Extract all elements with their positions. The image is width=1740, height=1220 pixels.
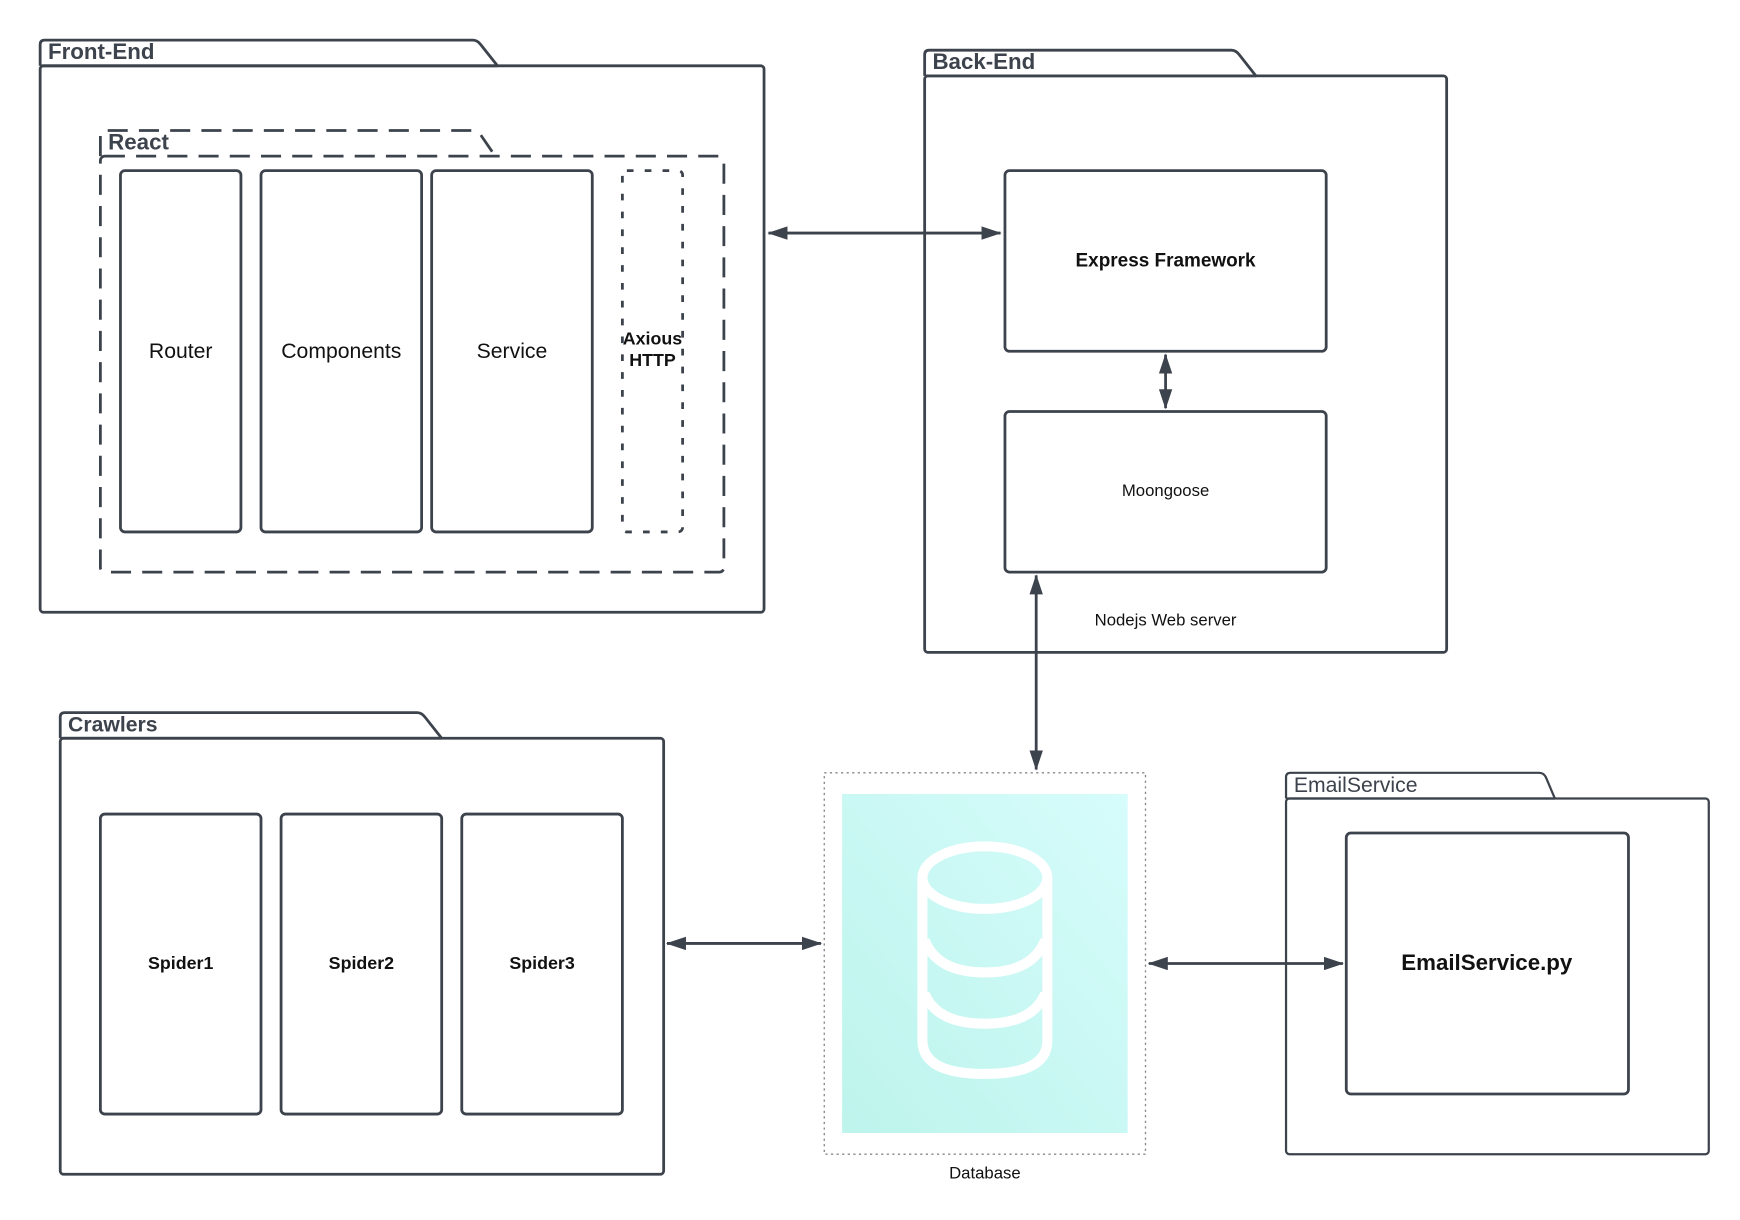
- database-caption: Database: [949, 1164, 1021, 1183]
- email-title: EmailService: [1294, 774, 1418, 797]
- crawlers-title: Crawlers: [68, 714, 158, 737]
- axios-label-line1: Axious: [623, 329, 683, 349]
- service-label: Service: [477, 340, 548, 363]
- frontend-title: Front-End: [48, 39, 155, 64]
- frontend-package: Front-End React Router Components Servic…: [38, 38, 766, 614]
- mongoose-label: Moongoose: [1122, 481, 1209, 500]
- spider3-label: Spider3: [509, 953, 574, 973]
- router-label: Router: [149, 340, 213, 363]
- backend-caption: Nodejs Web server: [1095, 611, 1237, 630]
- backend-package: Back-End Express Framework Moongoose Nod…: [923, 48, 1449, 654]
- express-label: Express Framework: [1076, 251, 1256, 272]
- components-label: Components: [281, 340, 401, 363]
- axios-label-line2: HTTP: [629, 350, 676, 370]
- spider2-label: Spider2: [329, 953, 394, 973]
- spider1-label: Spider1: [148, 953, 213, 973]
- email-package: EmailService EmailService.py: [1284, 771, 1710, 1156]
- architecture-diagram: Front-End React Router Components Servic…: [38, 38, 1710, 1183]
- emailservice-label: EmailService.py: [1401, 950, 1573, 975]
- crawlers-package: Crawlers Spider1 Spider2 Spider3: [58, 711, 666, 1176]
- backend-title: Back-End: [932, 49, 1035, 74]
- react-title: React: [108, 129, 169, 154]
- database-node: Database: [823, 772, 1147, 1183]
